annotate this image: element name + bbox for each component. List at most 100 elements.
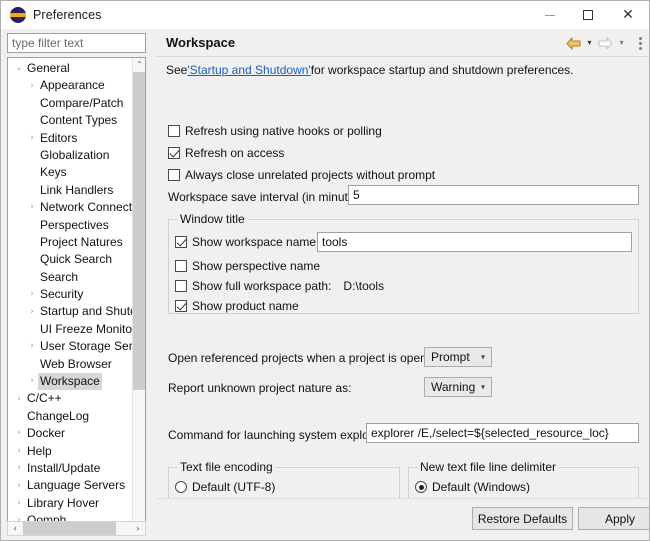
chevron-right-icon[interactable]: › bbox=[13, 498, 25, 508]
chevron-right-icon[interactable]: › bbox=[26, 203, 38, 212]
sidebar-item-compare-patch[interactable]: Compare/Patch bbox=[8, 95, 134, 112]
sidebar-item-label: Help bbox=[27, 443, 52, 458]
sidebar-item-quick-search[interactable]: Quick Search bbox=[8, 251, 134, 268]
sidebar-item-editors[interactable]: › Editors bbox=[8, 130, 134, 147]
minimize-icon bbox=[545, 14, 555, 16]
forward-arrow-icon[interactable] bbox=[598, 36, 613, 50]
sidebar-item-appearance[interactable]: › Appearance bbox=[8, 77, 134, 94]
show-product-name-checkbox[interactable] bbox=[175, 300, 187, 312]
sidebar-item-workspace[interactable]: › Workspace bbox=[8, 373, 134, 391]
refresh-on-access-label: Refresh on access bbox=[185, 146, 285, 160]
sidebar-item-library-hover[interactable]: › Library Hover bbox=[8, 495, 134, 512]
sidebar-item-docker[interactable]: › Docker bbox=[8, 425, 134, 442]
forward-history-dropdown-icon[interactable]: ▾ bbox=[617, 39, 626, 47]
preference-tree[interactable]: ⌄ General › Appearance Compare/Patch Content … bbox=[7, 57, 146, 529]
sidebar-item-label: Compare/Patch bbox=[40, 95, 124, 110]
chevron-right-icon[interactable]: › bbox=[26, 342, 38, 351]
scroll-right-icon[interactable]: › bbox=[131, 522, 145, 535]
sidebar-item-keys[interactable]: Keys bbox=[8, 164, 134, 181]
minimize-button[interactable] bbox=[531, 1, 569, 29]
save-interval-input[interactable] bbox=[348, 185, 639, 205]
sidebar-item-changelog[interactable]: ChangeLog bbox=[8, 408, 134, 425]
sidebar-item-help[interactable]: › Help bbox=[8, 443, 134, 460]
delimiter-default-radio-row[interactable]: Default (Windows) bbox=[415, 480, 530, 494]
maximize-icon bbox=[583, 10, 593, 20]
chevron-right-icon[interactable]: › bbox=[26, 133, 38, 143]
sidebar-item-content-types[interactable]: Content Types bbox=[8, 112, 134, 129]
sidebar-item-perspectives[interactable]: Perspectives bbox=[8, 217, 134, 234]
workspace-name-input[interactable] bbox=[317, 232, 632, 252]
sidebar-item-project-natures[interactable]: Project Natures bbox=[8, 234, 134, 251]
sidebar-item-label: Link Handlers bbox=[40, 182, 114, 197]
chevron-right-icon[interactable]: › bbox=[13, 429, 25, 438]
sidebar-item-label: ChangeLog bbox=[27, 408, 90, 423]
horizontal-scroll-thumb[interactable] bbox=[23, 522, 116, 535]
chevron-right-icon[interactable]: › bbox=[26, 81, 38, 91]
refresh-native-hooks-checkbox-row[interactable]: Refresh using native hooks or polling bbox=[168, 124, 382, 138]
refresh-native-hooks-checkbox[interactable] bbox=[168, 125, 180, 137]
sidebar-item-user-storage-service[interactable]: ›User Storage Service bbox=[8, 338, 134, 355]
chevron-right-icon[interactable]: › bbox=[13, 394, 25, 404]
apply-button[interactable]: Apply bbox=[578, 507, 649, 530]
show-perspective-name-row[interactable]: Show perspective name bbox=[175, 259, 320, 273]
delimiter-default-label: Default (Windows) bbox=[432, 480, 531, 494]
sidebar-item-link-handlers[interactable]: Link Handlers bbox=[8, 182, 134, 199]
chevron-right-icon[interactable]: › bbox=[13, 481, 25, 491]
sidebar-item-startup-and-shutdown[interactable]: ›Startup and Shutdown bbox=[8, 303, 134, 320]
view-menu-icon[interactable] bbox=[635, 35, 645, 51]
page-description: See 'Startup and Shutdown' for workspace… bbox=[156, 57, 649, 83]
vertical-scroll-thumb[interactable] bbox=[133, 72, 145, 390]
refresh-on-access-checkbox-row[interactable]: Refresh on access bbox=[168, 146, 284, 160]
show-perspective-name-checkbox[interactable] bbox=[175, 260, 187, 272]
back-history-dropdown-icon[interactable]: ▾ bbox=[585, 39, 594, 47]
explorer-command-input[interactable] bbox=[366, 423, 639, 443]
chevron-right-icon[interactable]: › bbox=[26, 307, 38, 317]
tree-horizontal-scrollbar[interactable]: ‹ › bbox=[7, 521, 146, 536]
preference-page: Workspace ▾ ▾ See 'Startup and Shutdown'… bbox=[156, 29, 649, 540]
description-suffix: for workspace startup and shutdown prefe… bbox=[310, 63, 574, 77]
sidebar-item-language-servers[interactable]: › Language Servers bbox=[8, 477, 134, 494]
report-nature-dropdown[interactable]: Warning ▾ bbox=[424, 377, 492, 397]
maximize-button[interactable] bbox=[569, 1, 607, 29]
page-title: Workspace bbox=[166, 35, 236, 50]
filter-input[interactable] bbox=[7, 33, 146, 53]
chevron-right-icon[interactable]: › bbox=[13, 464, 25, 473]
restore-defaults-button[interactable]: Restore Defaults bbox=[472, 507, 573, 530]
sidebar-item-label: Library Hover bbox=[27, 495, 100, 510]
sidebar-item-security[interactable]: › Security bbox=[8, 286, 134, 303]
chevron-right-icon[interactable]: › bbox=[26, 290, 38, 299]
delimiter-default-radio[interactable] bbox=[415, 481, 427, 493]
sidebar-item-web-browser[interactable]: Web Browser bbox=[8, 356, 134, 373]
startup-shutdown-link[interactable]: 'Startup and Shutdown' bbox=[187, 63, 310, 77]
back-arrow-icon[interactable] bbox=[566, 36, 581, 50]
scroll-left-icon[interactable]: ‹ bbox=[8, 522, 22, 535]
refresh-on-access-checkbox[interactable] bbox=[168, 147, 180, 159]
scroll-up-icon[interactable]: ⌃ bbox=[133, 58, 145, 72]
show-full-workspace-path-row[interactable]: Show full workspace path: D:\tools bbox=[175, 279, 384, 293]
show-full-workspace-path-checkbox[interactable] bbox=[175, 280, 187, 292]
chevron-right-icon[interactable]: › bbox=[13, 446, 25, 456]
sidebar-item-c-c[interactable]: › C/C++ bbox=[8, 390, 134, 407]
sidebar-item-globalization[interactable]: Globalization bbox=[8, 147, 134, 164]
close-button[interactable]: ✕ bbox=[607, 1, 649, 29]
show-workspace-name-label: Show workspace name: bbox=[192, 235, 320, 249]
always-close-unrelated-checkbox-row[interactable]: Always close unrelated projects without … bbox=[168, 168, 435, 182]
text-file-encoding-legend: Text file encoding bbox=[177, 460, 276, 474]
show-product-name-row[interactable]: Show product name bbox=[175, 299, 299, 313]
chevron-right-icon[interactable]: › bbox=[26, 377, 38, 386]
sidebar-item-general[interactable]: ⌄ General bbox=[8, 60, 134, 77]
sidebar-item-network-connections[interactable]: ›Network Connections bbox=[8, 199, 134, 216]
show-workspace-name-checkbox[interactable] bbox=[175, 236, 187, 248]
encoding-default-radio-row[interactable]: Default (UTF-8) bbox=[175, 480, 275, 494]
encoding-default-radio[interactable] bbox=[175, 481, 187, 493]
sidebar-item-ui-freeze-monitoring[interactable]: UI Freeze Monitoring bbox=[8, 321, 134, 338]
show-workspace-name-row[interactable]: Show workspace name: bbox=[175, 235, 319, 249]
chevron-down-icon[interactable]: ⌄ bbox=[13, 64, 25, 73]
sidebar-item-install-update[interactable]: › Install/Update bbox=[8, 460, 134, 477]
open-referenced-dropdown[interactable]: Prompt ▾ bbox=[424, 347, 492, 367]
line-delimiter-legend: New text file line delimiter bbox=[417, 460, 560, 474]
window-title-group: Window title Show workspace name: Show p… bbox=[168, 212, 639, 314]
always-close-unrelated-checkbox[interactable] bbox=[168, 169, 180, 181]
sidebar-item-search[interactable]: Search bbox=[8, 269, 134, 286]
tree-vertical-scrollbar[interactable]: ⌃ ⌄ bbox=[132, 58, 145, 528]
